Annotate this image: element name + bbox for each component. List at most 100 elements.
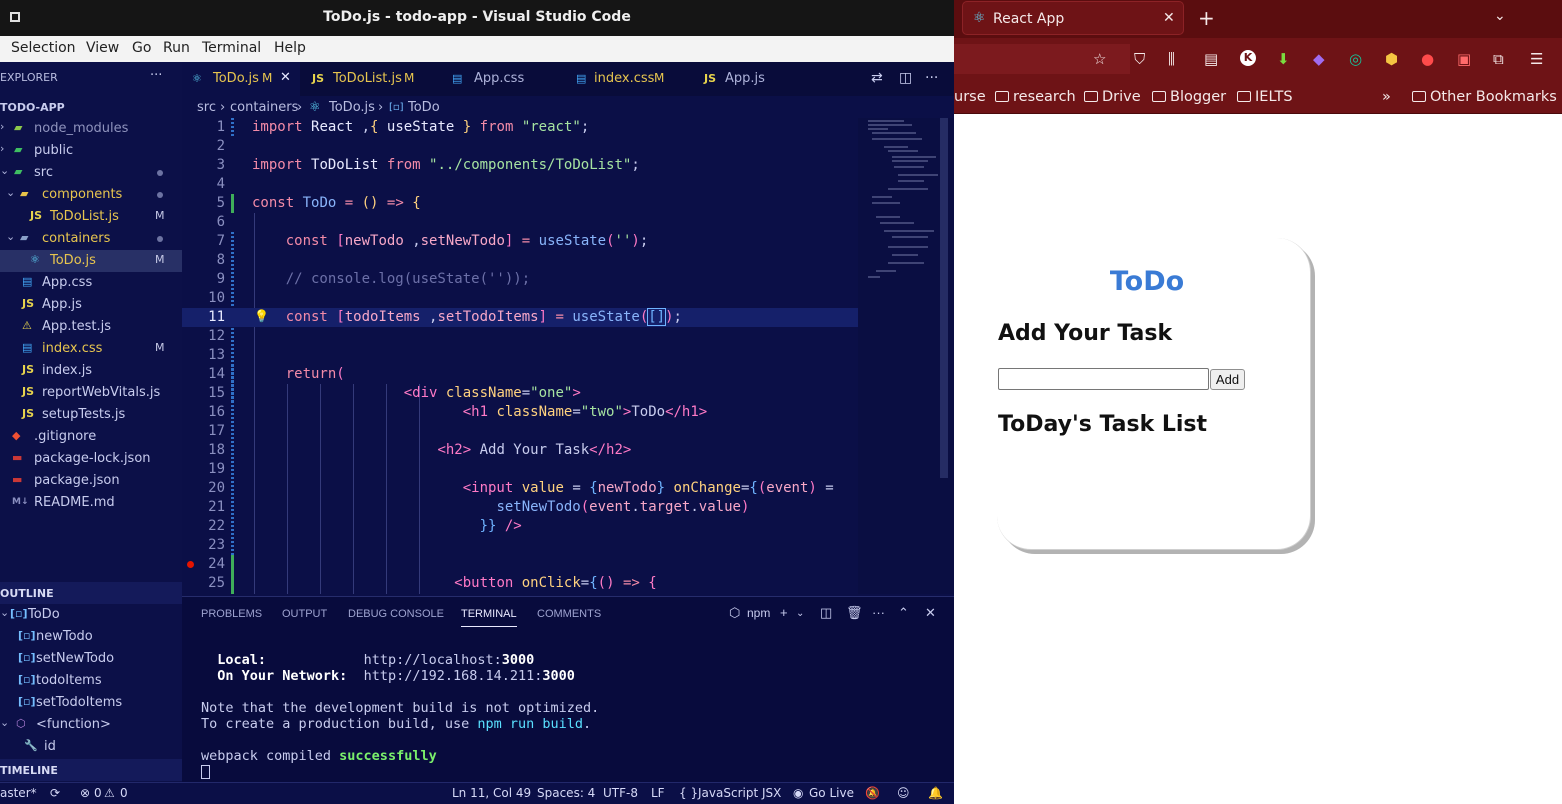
tree-item-index-css[interactable]: ▤ index.css M	[0, 338, 182, 360]
tab-app-js[interactable]: JS App.js	[692, 62, 802, 96]
browser-tab-react-app[interactable]: ⚛ React App ✕	[962, 1, 1184, 35]
download-icon[interactable]: ⬇	[1277, 50, 1290, 68]
extension-record-icon[interactable]: ●	[1421, 50, 1434, 68]
terminal-shell-label[interactable]: npm	[747, 606, 770, 620]
extension-gem-icon[interactable]: ◆	[1313, 50, 1325, 68]
outline-item-settodoitems[interactable]: [▫] setTodoItems	[0, 692, 182, 714]
breadcrumb-src[interactable]: src	[197, 100, 216, 115]
chevron-double-right-icon[interactable]: »	[1382, 89, 1391, 105]
outline-item-todo[interactable]: ⌄ [▫] ToDo	[0, 604, 182, 626]
status-eol[interactable]: LF	[651, 786, 665, 800]
tree-item-app-js[interactable]: JS App.js	[0, 294, 182, 316]
menu-terminal[interactable]: Terminal	[202, 40, 261, 56]
tree-item-src[interactable]: ⌄ ▰ src	[0, 162, 182, 184]
panel-tab-terminal[interactable]: TERMINAL	[461, 608, 517, 627]
outline-item-setnewtodo[interactable]: [▫] setNewTodo	[0, 648, 182, 670]
extension-medal-icon[interactable]: ⬢	[1385, 50, 1398, 68]
status-spaces[interactable]: Spaces: 4	[537, 786, 595, 800]
tree-item-package-json[interactable]: ▬ package.json	[0, 470, 182, 492]
outline-item-todoitems[interactable]: [▫] todoItems	[0, 670, 182, 692]
menu-help[interactable]: Help	[274, 40, 306, 56]
bookmark-blogger[interactable]: Blogger	[1152, 89, 1226, 105]
menu-view[interactable]: View	[86, 40, 119, 56]
bookmark-course[interactable]: urse	[954, 89, 986, 105]
tree-item-package-lock[interactable]: ▬ package-lock.json	[0, 448, 182, 470]
tree-item-app-css[interactable]: ▤ App.css	[0, 272, 182, 294]
menu-selection[interactable]: Selection	[11, 40, 76, 56]
outline-header[interactable]: OUTLINE	[0, 582, 182, 604]
tree-item-reportwebvitals-js[interactable]: JS reportWebVitals.js	[0, 382, 182, 404]
tree-item-gitignore[interactable]: ◆ .gitignore	[0, 426, 182, 448]
tree-item-todo-js[interactable]: ⚛ ToDo.js M	[0, 250, 182, 272]
menu-go[interactable]: Go	[132, 40, 151, 56]
code-editor[interactable]: 1 import React ,{ useState } from "react"…	[182, 118, 858, 594]
tree-item-todolist-js[interactable]: JS ToDoList.js M	[0, 206, 182, 228]
lightbulb-icon[interactable]: 💡	[254, 309, 269, 323]
close-icon[interactable]: ✕	[280, 70, 291, 85]
more-actions-icon[interactable]: ···	[925, 70, 938, 86]
status-encoding[interactable]: UTF-8	[603, 786, 638, 800]
extension-shield-icon[interactable]: ▣	[1457, 50, 1471, 68]
maximize-panel-icon[interactable]: ⌃	[898, 605, 909, 621]
tree-item-readme[interactable]: M↓ README.md	[0, 492, 182, 514]
sync-icon[interactable]: ⟳	[50, 786, 60, 800]
panel-tab-debug-console[interactable]: DEBUG CONSOLE	[348, 608, 444, 620]
timeline-header[interactable]: TIMELINE	[0, 759, 182, 781]
tab-index-css[interactable]: ▤ index.css M	[562, 62, 692, 96]
outline-item-function[interactable]: ⌄ ⬡ <function>	[0, 714, 182, 736]
status-golive[interactable]: Go Live	[809, 786, 854, 800]
breakpoint-icon[interactable]	[187, 561, 194, 568]
tree-item-containers[interactable]: ⌄ ▰ containers	[0, 228, 182, 250]
tree-item-index-js[interactable]: JS index.js	[0, 360, 182, 382]
breadcrumb-file[interactable]: ToDo.js	[329, 100, 375, 115]
feedback-icon[interactable]: ☺	[897, 786, 910, 800]
tab-todo-js[interactable]: ⚛ ToDo.js M ✕	[182, 62, 300, 96]
outline-item-newtodo[interactable]: [▫] newTodo	[0, 626, 182, 648]
notifications-icon[interactable]: 🔔	[928, 786, 943, 800]
minimap-scrollbar[interactable]	[940, 118, 948, 478]
outline-item-id[interactable]: 🔧 id	[0, 736, 182, 758]
close-icon[interactable]: ✕	[1163, 10, 1175, 26]
panel-tab-output[interactable]: OUTPUT	[282, 608, 327, 620]
more-actions-icon[interactable]: ···	[872, 605, 885, 620]
grammarly-icon[interactable]: ◎	[1349, 50, 1362, 68]
new-terminal-icon[interactable]: +	[780, 605, 788, 620]
trash-icon[interactable]: 🗑	[846, 605, 863, 621]
tree-item-node-modules[interactable]: › ▰ node_modules	[0, 118, 182, 140]
panel-tab-problems[interactable]: PROBLEMS	[201, 608, 262, 620]
panel-tab-comments[interactable]: COMMENTS	[537, 608, 601, 620]
breadcrumb-symbol[interactable]: ToDo	[408, 100, 440, 115]
extensions-icon[interactable]: ⧉	[1493, 50, 1504, 68]
sidebar-icon[interactable]: ▤	[1204, 50, 1218, 68]
breadcrumb-containers[interactable]: containers	[230, 100, 298, 115]
bookmark-drive[interactable]: Drive	[1084, 89, 1141, 105]
close-panel-icon[interactable]: ✕	[925, 605, 936, 621]
split-editor-icon[interactable]: ◫	[899, 70, 912, 86]
tree-item-app-test-js[interactable]: ⚠ App.test.js	[0, 316, 182, 338]
bookmark-research[interactable]: research	[995, 89, 1076, 105]
menu-run[interactable]: Run	[163, 40, 190, 56]
bookmark-star-icon[interactable]: ☆	[1093, 50, 1106, 68]
tree-item-components[interactable]: ⌄ ▰ components	[0, 184, 182, 206]
tree-item-setuptests-js[interactable]: JS setupTests.js	[0, 404, 182, 426]
task-input[interactable]	[998, 368, 1209, 390]
tree-item-public[interactable]: › ▰ public	[0, 140, 182, 162]
bell-slash-icon[interactable]: 🔕	[865, 786, 880, 800]
minimap[interactable]	[858, 118, 954, 594]
project-root[interactable]: TODO-APP	[0, 96, 182, 118]
bookmark-ielts[interactable]: IELTS	[1237, 89, 1293, 105]
status-errors[interactable]: 0	[94, 786, 102, 800]
split-terminal-icon[interactable]: ◫	[820, 605, 832, 621]
bookmark-other[interactable]: Other Bookmarks	[1412, 89, 1557, 105]
hamburger-menu-icon[interactable]: ☰	[1530, 50, 1543, 68]
status-branch[interactable]: aster*	[0, 786, 37, 800]
chevron-down-icon[interactable]: ⌄	[1494, 8, 1506, 24]
tab-app-css[interactable]: ▤ App.css	[438, 62, 562, 96]
more-actions-icon[interactable]: ···	[150, 68, 162, 83]
add-button[interactable]: Add	[1210, 369, 1245, 390]
chevron-down-icon[interactable]: ⌄	[796, 608, 804, 619]
status-warnings[interactable]: 0	[120, 786, 128, 800]
pocket-icon[interactable]: ⛉	[1134, 50, 1145, 68]
status-language[interactable]: JavaScript JSX	[698, 786, 781, 800]
compare-changes-icon[interactable]: ⇄	[871, 70, 883, 86]
